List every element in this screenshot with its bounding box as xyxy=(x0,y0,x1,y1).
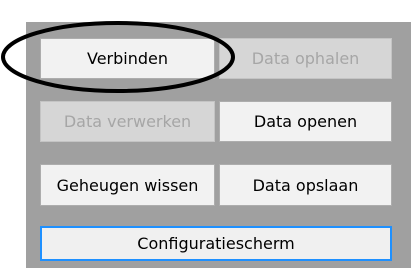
save-data-button[interactable]: Data opslaan xyxy=(219,164,392,206)
process-data-button-label: Data verwerken xyxy=(63,112,192,131)
clear-memory-button-label: Geheugen wissen xyxy=(56,175,199,195)
connect-button-label: Verbinden xyxy=(86,49,168,68)
screenshot-stage: Verbinden Data ophalen Data verwerken Da… xyxy=(0,0,411,268)
save-data-button-label: Data opslaan xyxy=(252,175,359,195)
configuration-button-label: Configuratiescherm xyxy=(137,234,295,253)
fetch-data-button-label: Data ophalen xyxy=(251,49,360,68)
open-data-button-label: Data openen xyxy=(253,112,358,131)
open-data-button[interactable]: Data openen xyxy=(219,101,392,142)
clear-memory-button[interactable]: Geheugen wissen xyxy=(40,164,215,206)
connect-button[interactable]: Verbinden xyxy=(40,38,215,79)
configuration-button[interactable]: Configuratiescherm xyxy=(40,226,392,261)
fetch-data-button[interactable]: Data ophalen xyxy=(219,38,392,79)
process-data-button[interactable]: Data verwerken xyxy=(40,101,215,142)
